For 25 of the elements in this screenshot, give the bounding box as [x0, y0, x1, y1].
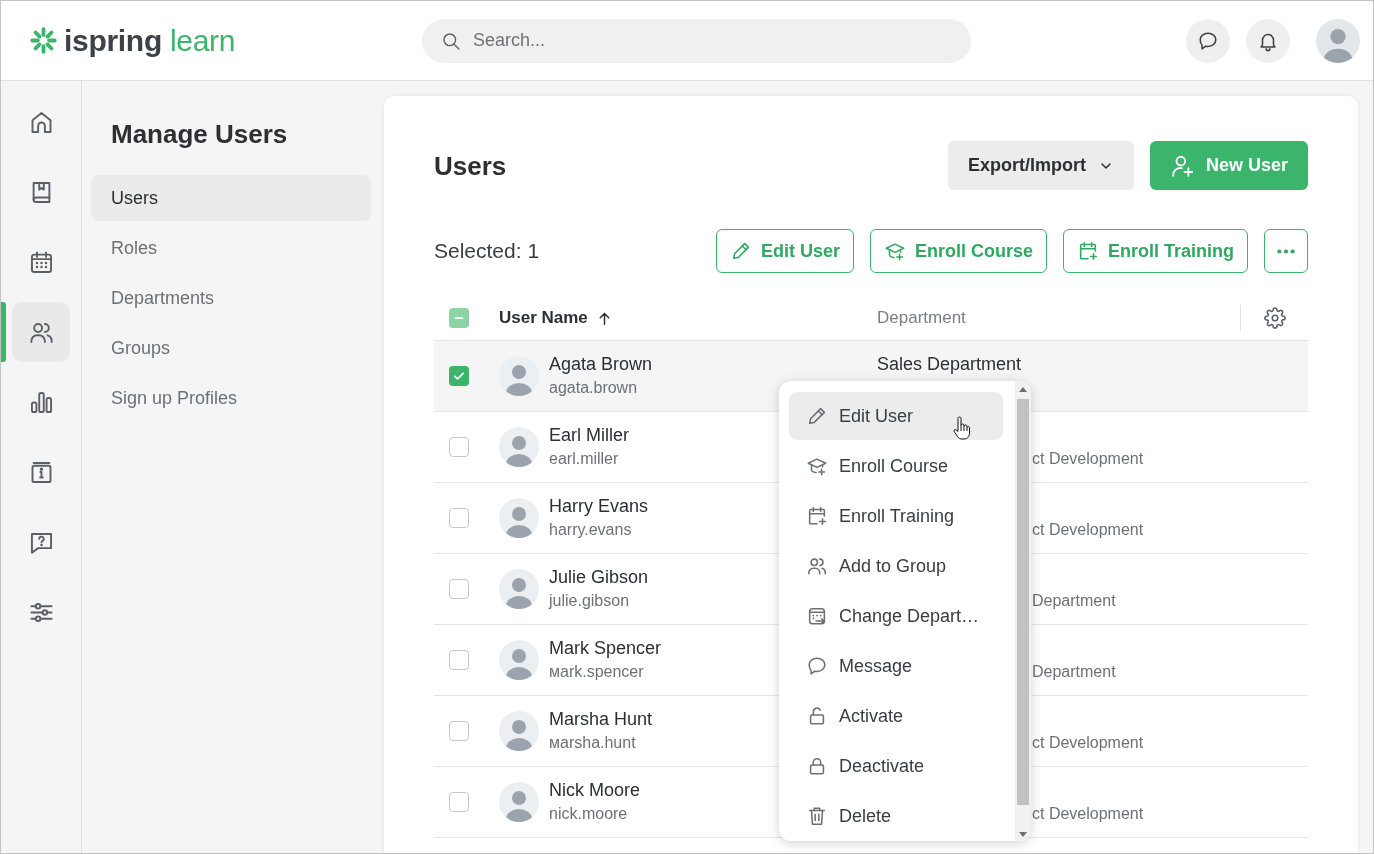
- user-login: nick.moore: [549, 804, 628, 824]
- department-name: Department: [1032, 662, 1116, 682]
- user-name: Earl Miller: [549, 424, 629, 447]
- selection-count: Selected: 1: [434, 239, 540, 263]
- user-login: мark.spencer: [549, 662, 644, 682]
- page-title: Users: [434, 149, 507, 183]
- user-name: Nick Moore: [549, 779, 641, 802]
- department-name: ct Development: [1032, 804, 1144, 824]
- user-name: Marsha Hunt: [549, 708, 653, 731]
- department-name: ct Development: [1032, 520, 1144, 540]
- user-login: harry.evans: [549, 520, 632, 540]
- department-name: Sales Department: [877, 353, 1022, 376]
- department-name: Department: [1032, 591, 1116, 611]
- user-name: Harry Evans: [549, 495, 649, 518]
- user-login: julie.gibson: [549, 591, 630, 611]
- user-login: agata.brown: [549, 378, 638, 398]
- user-name: Julie Gibson: [549, 566, 649, 589]
- department-name: ct Development: [1032, 449, 1144, 469]
- user-login: earl.miller: [549, 449, 619, 469]
- department-name: ct Development: [1032, 733, 1144, 753]
- sidebar-title: Manage Users: [111, 118, 288, 151]
- user-name: Mark Spencer: [549, 637, 662, 660]
- user-login: мarsha.hunt: [549, 733, 636, 753]
- logo-text: ispring learn: [64, 22, 236, 59]
- user-name: Agata Brown: [549, 353, 653, 376]
